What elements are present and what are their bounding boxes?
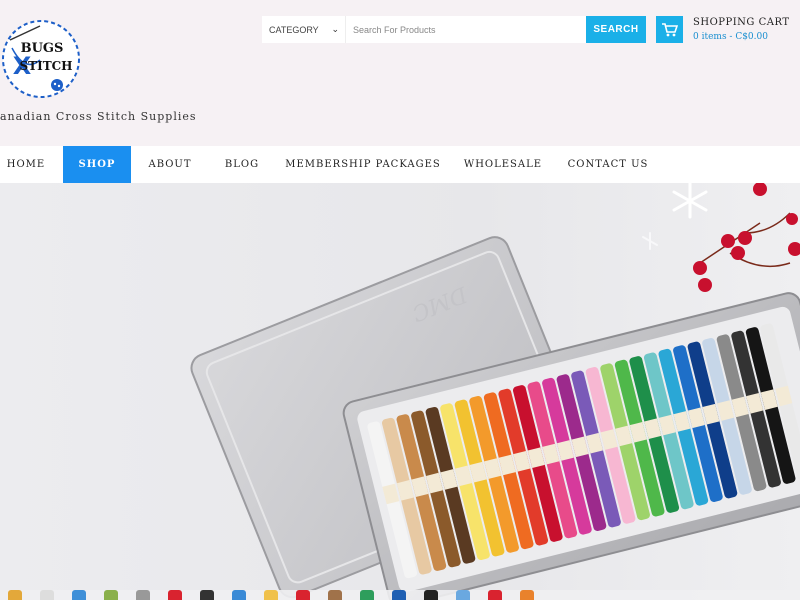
folder-icon[interactable]	[8, 590, 22, 600]
app-icon[interactable]	[328, 590, 342, 600]
app-icon[interactable]	[136, 590, 150, 600]
file-icon[interactable]	[40, 590, 54, 600]
nav-item-membership[interactable]: MEMBERSHIP PACKAGES	[275, 146, 451, 183]
logo-word-stitch: STITCH	[19, 59, 72, 73]
cart-title: SHOPPING CART	[693, 17, 790, 28]
hero-banner[interactable]: DMC	[0, 183, 800, 600]
cart-summary[interactable]: 0 items - C$0.00	[693, 30, 790, 44]
taskbar	[0, 590, 800, 600]
app-icon[interactable]	[296, 590, 310, 600]
shopping-cart-icon[interactable]	[656, 16, 683, 43]
berries-decoration	[693, 183, 800, 292]
main-nav: HOME SHOP ABOUT BLOG MEMBERSHIP PACKAGES…	[0, 146, 800, 183]
app-icon[interactable]	[520, 590, 534, 600]
ladybug-icon	[51, 79, 63, 91]
app-icon[interactable]	[168, 590, 182, 600]
app-icon[interactable]	[232, 590, 246, 600]
app-icon[interactable]	[360, 590, 374, 600]
app-icon[interactable]	[392, 590, 406, 600]
nav-item-contact[interactable]: CONTACT US	[555, 146, 661, 183]
site-logo[interactable]: BUGS X STITCH	[0, 18, 82, 100]
app-icon[interactable]	[264, 590, 278, 600]
chevron-down-icon: ⌄	[331, 24, 339, 34]
snowflake-icon	[672, 183, 708, 219]
app-icon[interactable]	[424, 590, 438, 600]
site-header: BUGS X STITCH anadian Cross Stitch Suppl…	[0, 0, 800, 146]
search-input[interactable]	[346, 16, 586, 43]
search-button[interactable]: SEARCH	[586, 16, 646, 43]
hero-image: DMC	[190, 183, 800, 600]
nav-item-wholesale[interactable]: WHOLESALE	[451, 146, 555, 183]
page: BUGS X STITCH anadian Cross Stitch Suppl…	[0, 0, 800, 600]
category-dropdown[interactable]: CATEGORY ⌄	[262, 16, 346, 43]
nav-item-home[interactable]: HOME	[0, 146, 52, 183]
shopping-cart[interactable]: SHOPPING CART 0 items - C$0.00	[656, 16, 790, 44]
search-bar: CATEGORY ⌄ SEARCH	[262, 16, 646, 43]
nav-item-shop[interactable]: SHOP	[63, 146, 131, 183]
category-label: CATEGORY	[269, 24, 319, 35]
app-icon[interactable]	[488, 590, 502, 600]
nav-item-about[interactable]: ABOUT	[131, 146, 209, 183]
app-icon[interactable]	[72, 590, 86, 600]
app-icon[interactable]	[200, 590, 214, 600]
nav-item-blog[interactable]: BLOG	[209, 146, 275, 183]
site-tagline: anadian Cross Stitch Supplies	[0, 110, 197, 123]
app-icon[interactable]	[456, 590, 470, 600]
app-icon[interactable]	[104, 590, 118, 600]
